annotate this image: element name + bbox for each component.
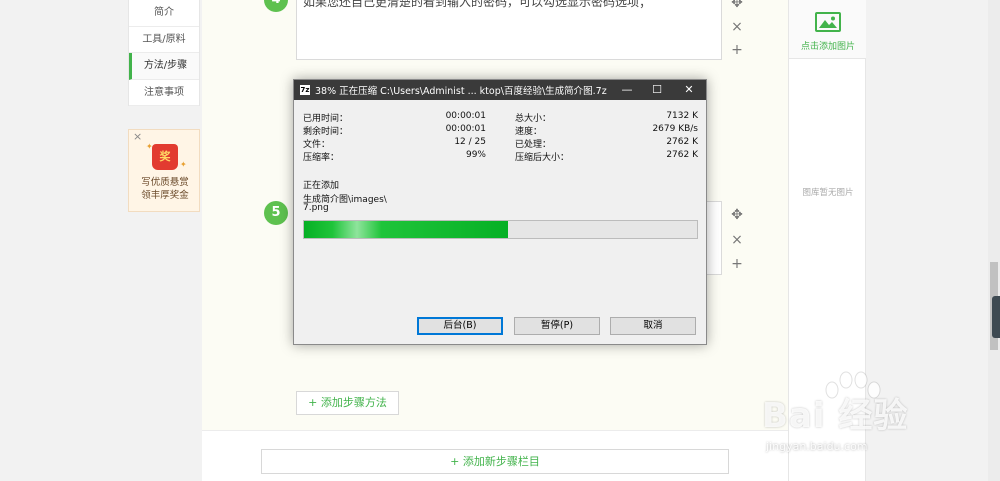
elapsed-time-value: 00:00:01 — [445, 111, 486, 121]
minimize-icon[interactable]: — — [612, 80, 642, 100]
move-icon[interactable]: ✥ — [730, 0, 744, 10]
step-text-box[interactable]: 如果您还自己更清楚的看到输入的密码，可以勾选显示密码选项； — [296, 0, 722, 60]
pause-button[interactable]: 暂停(P) — [514, 317, 600, 335]
remaining-time-value: 00:00:01 — [445, 124, 486, 134]
promo-text: 写优质悬赏 领丰厚奖金 — [129, 176, 201, 202]
page-background — [866, 0, 988, 481]
delete-step-icon[interactable]: × — [730, 20, 744, 34]
total-size-label: 总大小： — [515, 114, 552, 124]
background-button[interactable]: 后台(B) — [417, 317, 503, 335]
move-icon[interactable]: ✥ — [730, 208, 744, 222]
sparkle-icon: ✦ — [180, 160, 187, 169]
step-text: 如果您还自己更清楚的看到输入的密码，可以勾选显示密码选项； — [303, 0, 652, 9]
processed-label: 已处理： — [515, 140, 552, 150]
promo-line-2: 领丰厚奖金 — [141, 190, 189, 201]
promo-line-1: 写优质悬赏 — [141, 177, 189, 188]
left-margin — [0, 0, 128, 481]
add-image-label: 点击添加图片 — [800, 42, 855, 52]
dialog-title: 38% 正在压缩 C:\Users\Administ ... ktop\百度经验… — [315, 86, 607, 97]
nav-item-intro[interactable]: 简介 — [129, 0, 199, 27]
compression-progress-dialog: 7z 38% 正在压缩 C:\Users\Administ ... ktop\百… — [293, 79, 707, 345]
nav-item-notes[interactable]: 注意事项 — [129, 80, 199, 106]
add-step-icon[interactable]: + — [730, 43, 744, 57]
image-icon — [815, 12, 841, 32]
add-image-button[interactable]: 点击添加图片 — [789, 0, 867, 59]
add-step-icon[interactable]: + — [730, 257, 744, 271]
progress-bar-fill — [304, 221, 509, 238]
files-label: 文件： — [303, 140, 331, 150]
files-value: 12 / 25 — [454, 137, 486, 147]
reward-promo[interactable]: × ✦ ✦ 奖 写优质悬赏 领丰厚奖金 — [128, 129, 200, 212]
7zip-app-icon: 7z — [300, 85, 310, 95]
processed-value: 2762 K — [666, 137, 698, 147]
ratio-label: 压缩率： — [303, 153, 340, 163]
remaining-time-label: 剩余时间： — [303, 127, 349, 137]
ratio-value: 99% — [465, 150, 486, 160]
add-step-button[interactable]: + 添加步骤方法 — [296, 391, 399, 415]
speed-value: 2679 KB/s — [652, 124, 698, 134]
empty-gallery-text: 图库暂无图片 — [802, 188, 854, 198]
nav-item-steps[interactable]: 方法/步骤 — [129, 53, 199, 80]
progress-bar — [303, 220, 698, 239]
delete-step-icon[interactable]: × — [730, 233, 744, 247]
cancel-button[interactable]: 取消 — [610, 317, 696, 335]
adding-label: 正在添加 — [303, 181, 340, 191]
compressed-size-value: 2762 K — [666, 150, 698, 160]
promo-close-icon[interactable]: × — [133, 130, 142, 143]
scrollbar[interactable] — [988, 0, 1000, 481]
current-file-name: 7.png — [303, 203, 329, 213]
image-sidebar: 点击添加图片 图库暂无图片 — [788, 0, 867, 481]
speed-label: 速度： — [515, 127, 543, 137]
step-number-badge: 5 — [264, 201, 288, 225]
dialog-titlebar[interactable]: 7z 38% 正在压缩 C:\Users\Administ ... ktop\百… — [294, 80, 706, 100]
section-nav: 简介 工具/原料 方法/步骤 注意事项 — [128, 0, 200, 106]
close-icon[interactable]: ✕ — [674, 80, 704, 100]
side-widget[interactable] — [992, 296, 1000, 338]
nav-item-tools[interactable]: 工具/原料 — [129, 27, 199, 53]
elapsed-time-label: 已用时间： — [303, 114, 349, 124]
red-envelope-icon: 奖 — [152, 144, 178, 170]
compressed-size-label: 压缩后大小： — [515, 153, 570, 163]
total-size-value: 7132 K — [666, 111, 698, 121]
add-section-button[interactable]: + 添加新步骤栏目 — [261, 449, 729, 474]
maximize-icon[interactable]: ☐ — [642, 80, 672, 100]
